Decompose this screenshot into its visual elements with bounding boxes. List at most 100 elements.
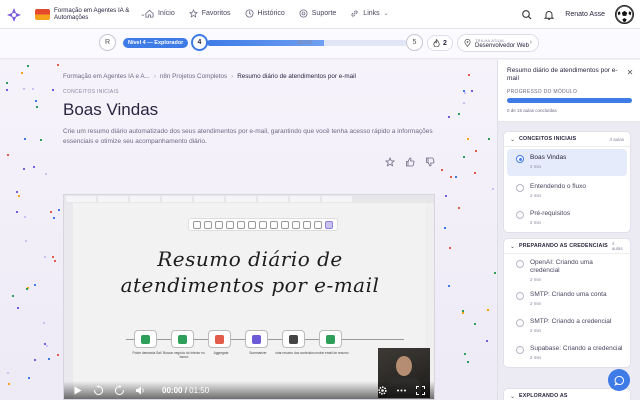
video-time-total: 01:50 [189,385,210,395]
play-icon[interactable] [72,385,83,396]
workflow-node-icon [215,334,224,344]
confetti-speck [25,288,28,291]
confetti-speck [40,138,43,141]
lesson-reactions [385,157,435,167]
nav-link-label: Favoritos [201,10,231,17]
chevron-down-icon: ⌄ [510,243,516,250]
module-name: CONCEITOS INICIAIS [519,136,577,142]
confetti-speck [33,165,36,168]
more-icon[interactable] [396,385,407,396]
confetti-speck [471,90,474,93]
confetti-speck [16,210,19,213]
lesson-status-icon [516,184,524,192]
video-player[interactable]: Resumo diário de atendimentos por e-mail… [63,194,435,400]
close-icon[interactable]: ✕ [626,68,634,77]
current-track-selector[interactable]: TRILHA ATUAL Desenvolvedor Web › [457,34,539,52]
confetti-speck [31,87,34,90]
confetti-speck [56,64,59,67]
workflow-node-icon [326,334,335,344]
confetti-speck [52,217,55,220]
module-header[interactable]: ⌄ EXPLORANDO AS [504,389,630,400]
bell-icon[interactable] [543,9,555,21]
fullscreen-icon[interactable] [415,385,426,396]
forward-10-icon[interactable] [114,384,125,396]
video-drawing-toolbar [188,218,338,231]
gear-icon[interactable] [377,385,388,396]
lesson-name: OpenAI: Criando uma credencial [530,259,593,274]
brand-logo-icon[interactable] [6,7,22,23]
video-caption-line: atendimentos por e-mail [120,273,380,297]
video-browser-tabs [64,195,434,203]
confetti-speck [468,73,471,76]
lesson-name: Entendendo o fluxo [530,183,587,190]
confetti-speck [50,210,53,213]
confetti-speck [43,256,46,259]
chevron-down-icon: ⌄ [510,136,516,143]
confetti-speck [52,89,55,92]
level-pill: Nível 4 — Explorador [123,38,189,48]
confetti-speck [457,206,460,209]
nav-link-suporte[interactable]: Suporte [299,9,336,18]
breadcrumb-module[interactable]: n8n Projetos Completos [160,73,227,80]
rewind-10-icon[interactable] [93,384,104,396]
user-name[interactable]: Renato Asse [565,11,605,18]
confetti-speck [458,112,461,115]
rank-badge: R [99,34,116,51]
workflow-node-icon [252,334,261,344]
course-selector[interactable]: Formação em Agentes IA & Automações ⌄ [35,7,146,21]
confetti-speck [8,383,11,385]
lesson-item[interactable]: Boas Vindas 2 min [507,149,627,176]
level-progress-bar: R Nível 4 — Explorador 4 88/150 5 2 TRIL… [0,29,640,59]
nav-link-inicio[interactable]: Início [145,9,175,18]
video-time: 00:00 / 01:50 [162,385,210,395]
star-icon [188,9,198,18]
lesson-item[interactable]: SMTP: Criando uma conta 2 min [504,286,630,313]
lesson-item[interactable]: OpenAI: Criando uma credencial 2 min [504,254,630,286]
confetti-speck [447,116,450,119]
nav-link-links[interactable]: Links ⌄ [350,9,389,18]
lesson-item[interactable]: Entendendo o fluxo 2 min [504,178,630,205]
search-icon[interactable] [521,9,533,21]
confetti-speck [16,190,19,193]
clock-icon [245,9,254,18]
confetti-speck [20,71,23,74]
nav-link-favoritos[interactable]: Favoritos [188,9,231,18]
confetti-speck [24,216,27,219]
video-time-current: 00:00 [162,385,183,395]
confetti-speck [6,154,9,157]
confetti-speck [448,285,451,288]
nav-link-historico[interactable]: Histórico [245,9,285,18]
module-explorando: ⌄ EXPLORANDO AS [503,388,631,400]
breadcrumb-separator-icon: › [153,73,156,80]
volume-icon[interactable] [135,385,146,396]
lesson-duration: 2 min [530,193,542,198]
avatar[interactable] [615,5,634,24]
confetti-speck [475,150,478,153]
module-header[interactable]: ⌄ PREPARANDO AS CREDENCIAIS 4 aulas [504,239,630,254]
lesson-item[interactable]: SMTP: Criando a credencial 2 min [504,313,630,340]
thumbs-down-icon[interactable] [425,157,435,167]
lesson-item[interactable]: Supabase: Criando a credencial 2 min [504,340,630,367]
workflow-node-icon [289,334,298,344]
module-header[interactable]: ⌄ CONCEITOS INICIAIS 3 aulas [504,132,630,147]
thumbs-up-icon[interactable] [405,157,415,167]
confetti-speck [487,137,490,140]
help-icon [299,9,308,18]
chat-support-button[interactable] [608,369,630,391]
streak-counter[interactable]: 2 [427,35,453,51]
confetti-speck [492,188,495,191]
link-icon [351,10,358,17]
lesson-duration: 2 min [530,355,542,360]
breadcrumb-course[interactable]: Formação em Agentes IA e A... [63,73,150,80]
lesson-duration: 2 min [530,220,542,225]
confetti-speck [6,371,9,374]
star-icon[interactable] [385,157,395,167]
confetti-speck [461,309,464,312]
xp-text: 88/150 [297,40,313,46]
video-side-panel [64,203,73,399]
lesson-name: Pré-requisitos [530,210,571,217]
confetti-speck [46,345,49,348]
lesson-description: Crie um resumo diário automatizado dos s… [63,128,433,145]
lesson-item[interactable]: Pré-requisitos 2 min [504,205,630,232]
confetti-speck [26,64,29,67]
